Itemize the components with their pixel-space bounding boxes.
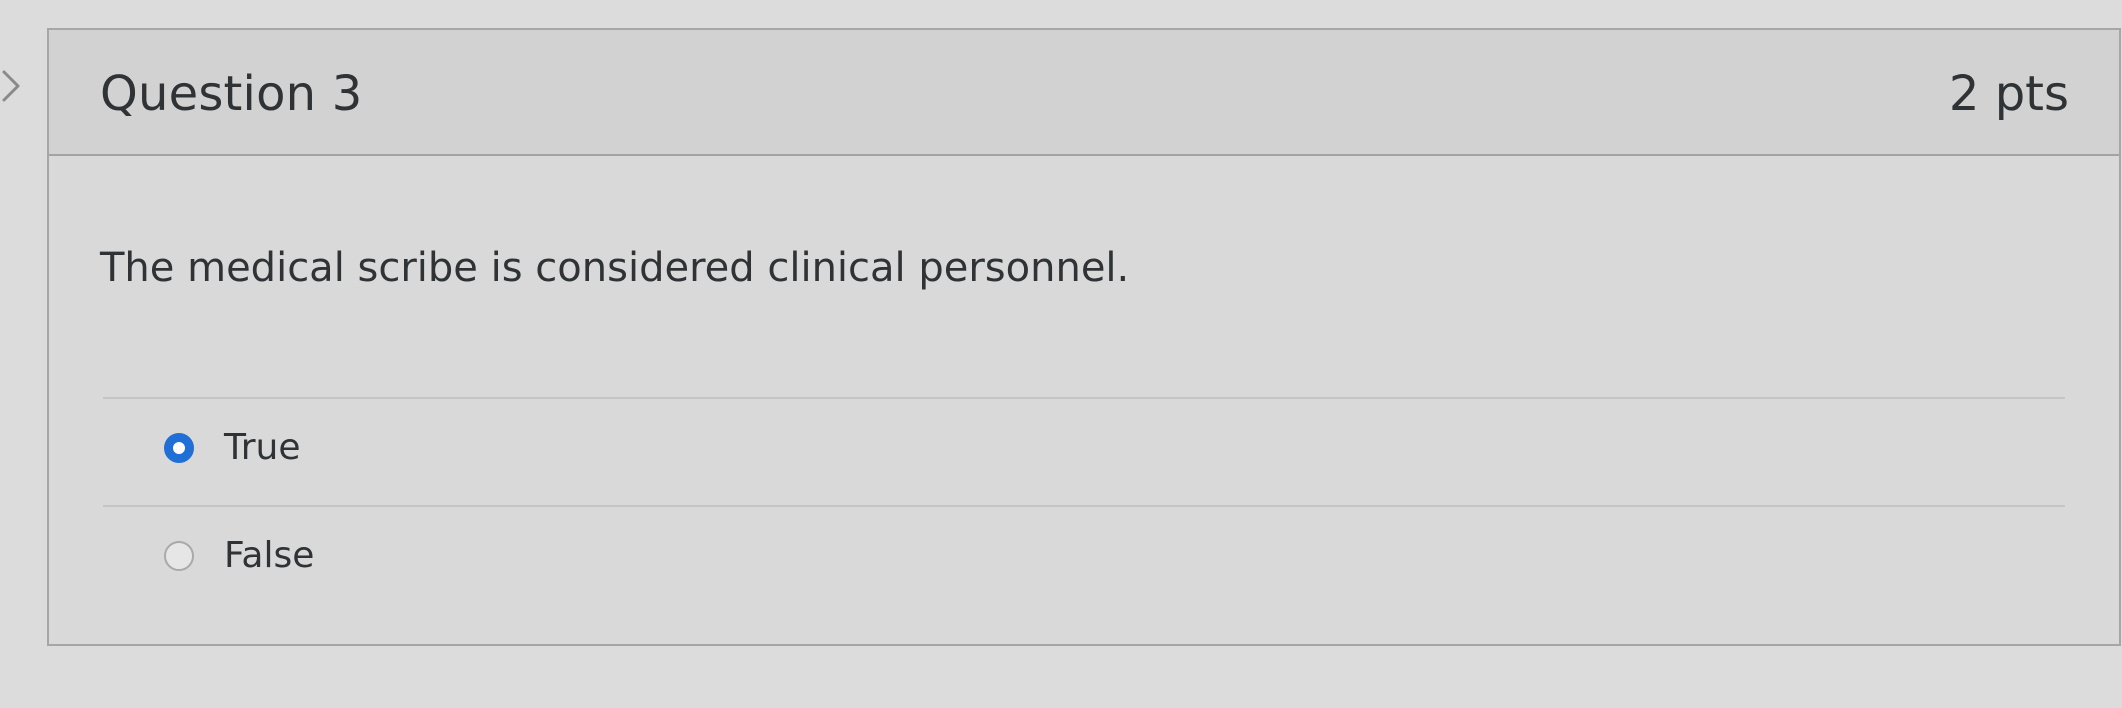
answer-label[interactable]: False	[224, 538, 314, 574]
question-body: The medical scribe is considered clinica…	[49, 156, 2119, 644]
question-points: 2 pts	[1948, 66, 2069, 122]
question-header: Question 3 2 pts	[49, 30, 2119, 156]
chevron-right-icon[interactable]	[0, 68, 24, 104]
question-text: The medical scribe is considered clinica…	[100, 245, 1130, 291]
answer-list: True False	[103, 397, 2065, 613]
radio-unselected-icon[interactable]	[164, 541, 194, 571]
question-title: Question 3	[100, 66, 363, 122]
question-card: Question 3 2 pts The medical scribe is c…	[47, 28, 2121, 646]
answer-option-true[interactable]: True	[103, 397, 2065, 505]
answer-option-false[interactable]: False	[103, 505, 2065, 613]
radio-selected-icon[interactable]	[164, 433, 194, 463]
answer-label[interactable]: True	[224, 430, 300, 466]
